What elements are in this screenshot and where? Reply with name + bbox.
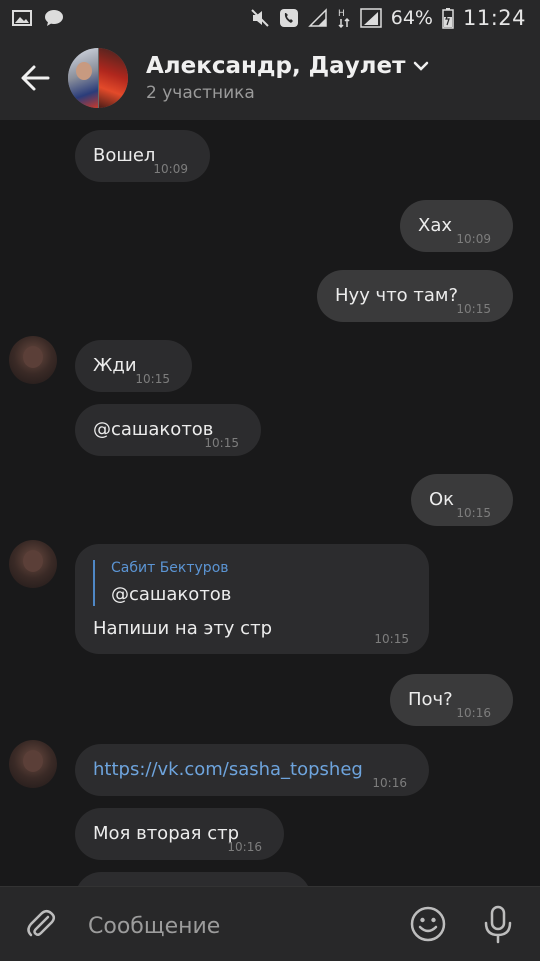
participants-count: 2 участника — [146, 83, 255, 103]
clock: 11:24 — [462, 6, 526, 30]
quoted-text: @сашакотов — [111, 584, 232, 605]
message-text: @сашакотов — [93, 419, 214, 440]
message-time: 10:15 — [374, 632, 409, 646]
phone-icon — [279, 9, 298, 27]
quote-bar — [93, 560, 95, 606]
message-text: Жди — [93, 355, 137, 376]
message-time: 10:16 — [372, 776, 407, 790]
chat-title-text: Александр, Даулет — [146, 53, 406, 79]
message-time: 10:15 — [135, 372, 170, 386]
message-bubble-own[interactable]: Поч? 10:16 — [390, 674, 513, 726]
message-time: 10:15 — [456, 302, 491, 316]
message-bubble[interactable]: @сашакотов 10:15 — [75, 404, 261, 456]
message-text: Ок — [429, 489, 455, 510]
avatar-left-half — [68, 48, 98, 108]
message-bubble-own[interactable]: Хах 10:09 — [400, 200, 513, 252]
emoji-icon[interactable] — [410, 906, 446, 942]
group-avatar[interactable] — [68, 48, 128, 108]
back-arrow-icon[interactable] — [18, 61, 52, 95]
message-bubble-own[interactable]: Нуу что там? 10:15 — [317, 270, 513, 322]
sender-avatar[interactable] — [9, 740, 57, 788]
status-bar: H 64% 11:24 — [0, 0, 540, 36]
message-time: 10:16 — [227, 840, 262, 854]
avatar-right-half — [99, 48, 128, 108]
message-time: 10:09 — [456, 232, 491, 246]
message-text: Напиши на эту стр — [93, 618, 272, 639]
message-time: 10:09 — [153, 162, 188, 176]
message-time: 10:15 — [204, 436, 239, 450]
chat-title-block[interactable]: Александр, Даулет 2 участника — [146, 53, 429, 103]
sender-avatar[interactable] — [9, 540, 57, 588]
battery-percent: 64% — [390, 7, 433, 29]
image-icon — [12, 10, 32, 26]
mute-icon — [251, 9, 269, 27]
message-text: Хах — [418, 215, 453, 236]
chevron-down-icon[interactable] — [413, 60, 429, 72]
chat-icon — [45, 10, 63, 26]
message-link[interactable]: https://vk.com/sasha_topsheg — [93, 744, 363, 796]
message-bubble[interactable]: Жди 10:15 — [75, 340, 192, 392]
message-time: 10:15 — [456, 506, 491, 520]
message-text: Нуу что там? — [335, 285, 459, 306]
chat-header: Александр, Даулет 2 участника — [0, 36, 540, 120]
message-bubble-own[interactable]: Ок 10:15 — [411, 474, 513, 526]
svg-text:H: H — [338, 9, 345, 19]
signal-icon — [359, 8, 382, 28]
message-text: Вошел — [93, 145, 156, 166]
message-bubble[interactable]: https://vk.com/sasha_topsheg 10:16 — [75, 744, 429, 796]
composer-bar — [0, 886, 540, 961]
message-list[interactable]: Вошел 10:09 Хах 10:09 Нуу что там? 10:15… — [0, 120, 540, 886]
chat-title[interactable]: Александр, Даулет — [146, 53, 429, 79]
message-bubble[interactable]: Вошел 10:09 — [75, 130, 210, 182]
microphone-icon[interactable] — [480, 904, 516, 944]
signal-icon — [307, 8, 327, 27]
data-icon: H — [338, 9, 350, 29]
message-time: 10:16 — [456, 706, 491, 720]
message-bubble-with-reply[interactable]: Сабит Бектуров @сашакотов Напиши на эту … — [75, 544, 429, 654]
message-text: Поч? — [408, 689, 453, 710]
message-bubble[interactable]: Моя вторая стр 10:16 — [75, 808, 284, 860]
message-bubble-partial[interactable] — [75, 872, 311, 886]
sender-avatar[interactable] — [9, 336, 57, 384]
battery-icon — [442, 8, 454, 29]
message-input[interactable] — [86, 905, 390, 947]
message-text: Моя вторая стр — [93, 823, 240, 844]
paperclip-icon[interactable] — [24, 907, 58, 941]
quoted-author[interactable]: Сабит Бектуров — [111, 560, 229, 576]
